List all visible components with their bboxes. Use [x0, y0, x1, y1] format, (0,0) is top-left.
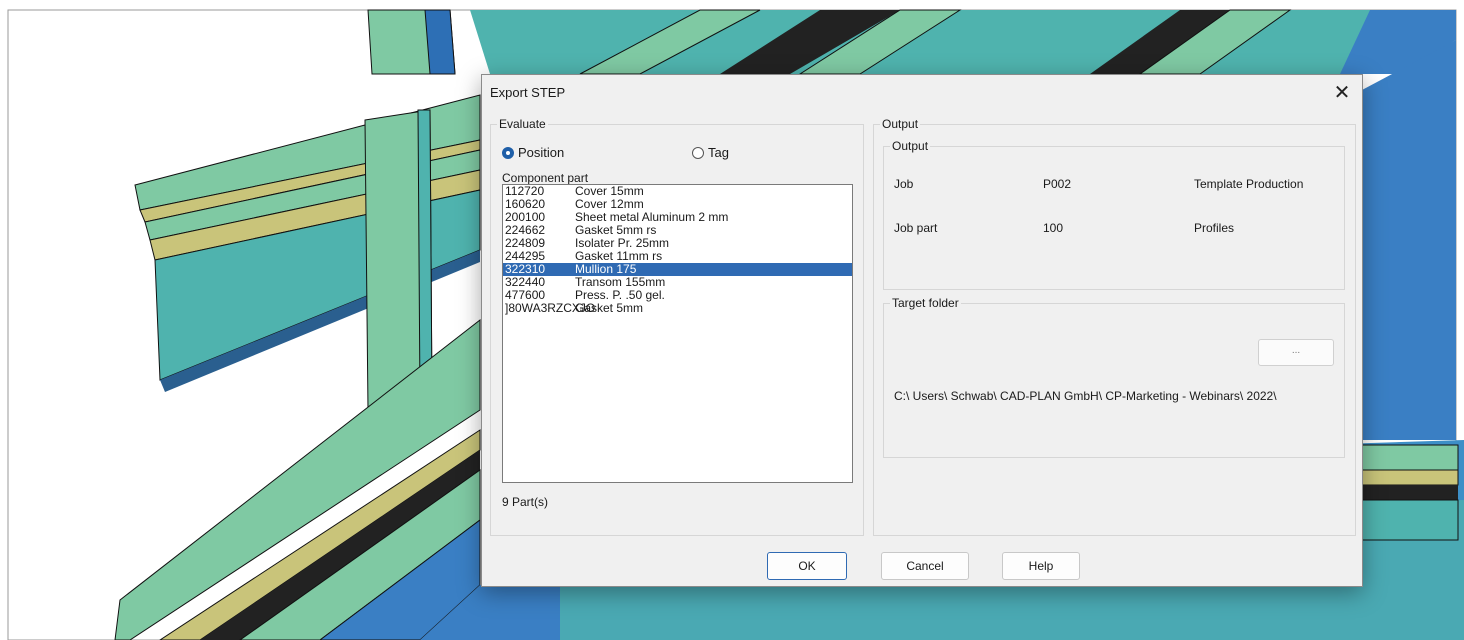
output-outer-label: Output: [880, 117, 921, 131]
job-part-description: Profiles: [1194, 221, 1235, 235]
output-inner-group: Output: [883, 139, 1345, 290]
radio-position[interactable]: Position: [502, 145, 564, 160]
output-inner-label: Output: [890, 139, 931, 153]
job-label: Job: [894, 177, 914, 191]
radio-tag-label: Tag: [708, 145, 729, 160]
job-description: Template Production: [1194, 177, 1304, 191]
radio-position-indicator[interactable]: [502, 146, 514, 159]
list-item[interactable]: 224662 Gasket 5mm rs: [503, 224, 852, 237]
list-item[interactable]: 224809 Isolater Pr. 25mm: [503, 237, 852, 250]
job-value: P002: [1043, 177, 1072, 191]
dialog-titlebar[interactable]: Export STEP ✕: [482, 75, 1362, 107]
component-part-label: Component part: [502, 171, 589, 185]
component-part-list[interactable]: 112720 Cover 15mm 160620 Cover 12mm 200100 Sh…: [502, 184, 853, 483]
evaluate-group-label: Evaluate: [497, 117, 548, 131]
export-step-dialog: Export STEP ✕ Evaluate Position Tag Comp…: [481, 74, 1363, 587]
dialog-title: Export STEP: [490, 85, 566, 100]
list-item[interactable]: 322310 Mullion 175: [503, 263, 852, 276]
target-folder-group: Target folder: [883, 296, 1345, 458]
radio-position-label: Position: [518, 145, 565, 160]
list-item[interactable]: ]80WA3RZCXJO Gasket 5mm: [503, 302, 852, 315]
list-item[interactable]: 200100 Sheet metal Aluminum 2 mm: [503, 211, 852, 224]
list-item[interactable]: 322440 Transom 155mm: [503, 276, 852, 289]
part-count-text: 9 Part(s): [502, 495, 549, 509]
list-item[interactable]: 112720 Cover 15mm: [503, 185, 852, 198]
help-button[interactable]: Help: [1002, 552, 1080, 580]
list-item[interactable]: 244295 Gasket 11mm rs: [503, 250, 852, 263]
list-item-code: ]80WA3RZCXJO: [505, 301, 596, 315]
target-folder-label: Target folder: [890, 296, 961, 310]
close-icon[interactable]: ✕: [1328, 79, 1356, 105]
job-part-label: Job part: [894, 221, 938, 235]
radio-tag-indicator[interactable]: [692, 146, 704, 159]
browse-folder-button[interactable]: ...: [1258, 339, 1334, 366]
list-item-name: Gasket 5mm: [575, 301, 644, 315]
component-part-rows: 112720 Cover 15mm 160620 Cover 12mm 200100 Sh…: [503, 185, 852, 315]
target-folder-path: C:\ Users\ Schwab\ CAD-PLAN GmbH\ CP-Mar…: [894, 389, 1277, 403]
ok-button[interactable]: OK: [767, 552, 847, 580]
cancel-button[interactable]: Cancel: [881, 552, 969, 580]
radio-tag[interactable]: Tag: [692, 145, 729, 160]
job-part-value: 100: [1043, 221, 1064, 235]
